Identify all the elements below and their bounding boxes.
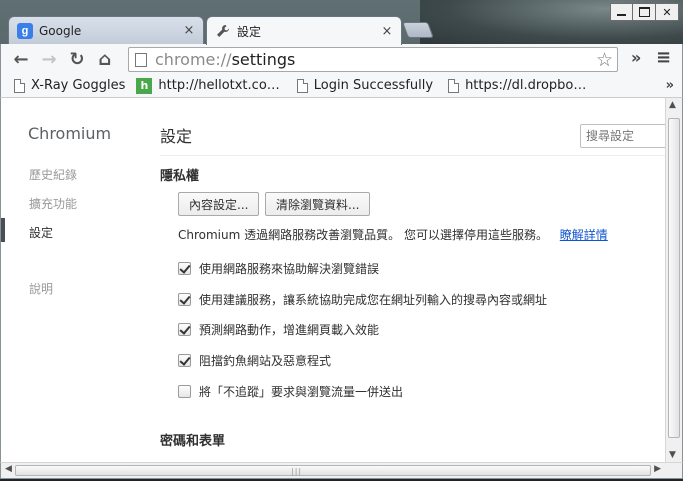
page-icon xyxy=(14,78,25,93)
sidebar: Chromium 歷史紀錄 擴充功能 設定 說明 xyxy=(1,98,146,462)
checkbox-label: 預測網路動作，增進網頁載入效能 xyxy=(199,323,380,337)
settings-page: Chromium 歷史紀錄 擴充功能 設定 說明 設定 隱私權 內容設定... … xyxy=(0,98,665,462)
content-settings-button[interactable]: 內容設定... xyxy=(178,192,260,216)
google-icon: g xyxy=(17,22,33,39)
sidebar-item-history[interactable]: 歷史紀錄 xyxy=(29,166,77,183)
page-icon xyxy=(135,52,147,67)
scroll-up-icon[interactable]: ▲ xyxy=(669,100,676,110)
checkbox-label: 使用網路服務來協助解決瀏覽錯誤 xyxy=(199,262,380,276)
sidebar-item-extensions[interactable]: 擴充功能 xyxy=(29,195,77,212)
bookmarks-overflow-icon[interactable]: » xyxy=(666,78,674,93)
tab-close-icon[interactable]: × xyxy=(183,23,195,38)
address-bar[interactable]: chrome://settings ☆ xyxy=(128,47,618,72)
scroll-down-icon[interactable]: ▼ xyxy=(669,450,676,460)
checkbox-label: 阻擋釣魚網站及惡意程式 xyxy=(199,354,332,368)
checkbox-row[interactable]: 阻擋釣魚網站及惡意程式 xyxy=(178,352,331,369)
clear-browsing-data-button[interactable]: 清除瀏覽資料... xyxy=(265,192,371,216)
checkbox-row[interactable]: 使用建議服務，讓系統協助完成您在網址列輸入的搜尋內容或網址 xyxy=(178,291,547,308)
scroll-right-icon[interactable]: ▶ xyxy=(654,464,661,474)
horizontal-scrollbar[interactable]: ◀ ||| ▶ xyxy=(0,462,683,479)
tab-title: 設定 xyxy=(237,24,262,39)
checkbox-row[interactable]: 將「不追蹤」要求與瀏覽流量一併送出 xyxy=(178,383,403,400)
forward-arrow-icon[interactable]: → xyxy=(35,45,63,73)
bookmark-label: X-Ray Goggles xyxy=(31,78,126,93)
page-icon xyxy=(448,78,460,93)
checkbox-row[interactable]: 預測網路動作，增進網頁載入效能 xyxy=(178,321,379,338)
tab-close-icon[interactable]: × xyxy=(381,24,393,39)
minimize-button[interactable] xyxy=(610,3,633,21)
sidebar-item-settings[interactable]: 設定 xyxy=(29,224,53,241)
privacy-description-text: Chromium 透過網路服務改善瀏覽品質。 您可以選擇停用這些服務。 xyxy=(178,228,548,242)
search-settings-input[interactable] xyxy=(580,124,665,148)
checkbox[interactable] xyxy=(178,262,191,275)
checkbox[interactable] xyxy=(178,293,191,306)
sidebar-item-help[interactable]: 說明 xyxy=(29,280,53,297)
checkbox[interactable] xyxy=(178,323,191,336)
bookmark-item[interactable]: https://dl.dropbo… xyxy=(448,78,586,93)
window-controls: ✕ xyxy=(610,3,679,21)
tab-google[interactable]: g Google × xyxy=(8,16,204,44)
brand-title: Chromium xyxy=(28,124,112,143)
tab-settings[interactable]: 設定 × xyxy=(206,16,402,45)
bookmarks-bar: X-Ray Goggles h http://hellotxt.co… Logi… xyxy=(0,74,683,98)
scroll-left-icon[interactable]: ◀ xyxy=(5,464,12,474)
bookmark-item[interactable]: Login Successfully xyxy=(296,78,434,93)
divider xyxy=(160,155,665,156)
url-host: settings xyxy=(231,50,296,69)
checkbox-label: 使用建議服務，讓系統協助完成您在網址列輸入的搜尋內容或網址 xyxy=(199,293,548,307)
reload-icon[interactable]: ↻ xyxy=(63,45,91,73)
star-icon[interactable]: ☆ xyxy=(596,49,613,71)
bookmark-label: https://dl.dropbo… xyxy=(465,78,587,93)
bookmark-item[interactable]: h http://hellotxt.co… xyxy=(136,77,280,94)
page-icon xyxy=(296,78,308,93)
bookmark-item[interactable]: X-Ray Goggles xyxy=(14,78,125,93)
close-window-button[interactable]: ✕ xyxy=(656,3,679,21)
menu-icon[interactable]: ≡ xyxy=(656,47,671,68)
sidebar-selection-marker xyxy=(1,218,5,242)
page-title: 設定 xyxy=(160,127,193,146)
horizontal-scroll-thumb[interactable] xyxy=(15,465,651,476)
privacy-description: Chromium 透過網路服務改善瀏覽品質。 您可以選擇停用這些服務。 瞭解詳情 xyxy=(178,226,608,243)
maximize-button[interactable] xyxy=(633,3,656,21)
checkbox-label: 將「不追蹤」要求與瀏覽流量一併送出 xyxy=(199,385,404,399)
bookmark-label: http://hellotxt.co… xyxy=(158,78,280,93)
scroll-grip: ||| xyxy=(291,467,303,476)
passwords-heading: 密碼和表單 xyxy=(160,434,226,449)
url-scheme: chrome:// xyxy=(155,50,232,69)
checkbox[interactable] xyxy=(178,385,191,398)
wrench-icon xyxy=(215,23,231,39)
vertical-scroll-thumb[interactable] xyxy=(668,118,680,438)
privacy-heading: 隱私權 xyxy=(160,169,200,184)
vertical-scrollbar[interactable]: ▲ ▼ xyxy=(665,98,683,462)
new-tab-button[interactable] xyxy=(402,22,434,38)
tab-title: Google xyxy=(39,23,82,38)
toolbar: ← → ↻ ⌂ chrome://settings ☆ » ≡ xyxy=(0,44,683,74)
home-icon[interactable]: ⌂ xyxy=(91,45,119,73)
checkbox[interactable] xyxy=(178,354,191,367)
extensions-overflow-icon[interactable]: » xyxy=(631,48,641,67)
hellotxt-icon: h xyxy=(136,77,153,94)
learn-more-link[interactable]: 瞭解詳情 xyxy=(560,228,608,242)
bookmark-label: Login Successfully xyxy=(313,78,434,93)
checkbox-row[interactable]: 使用網路服務來協助解決瀏覽錯誤 xyxy=(178,260,379,277)
back-arrow-icon[interactable]: ← xyxy=(7,45,35,73)
